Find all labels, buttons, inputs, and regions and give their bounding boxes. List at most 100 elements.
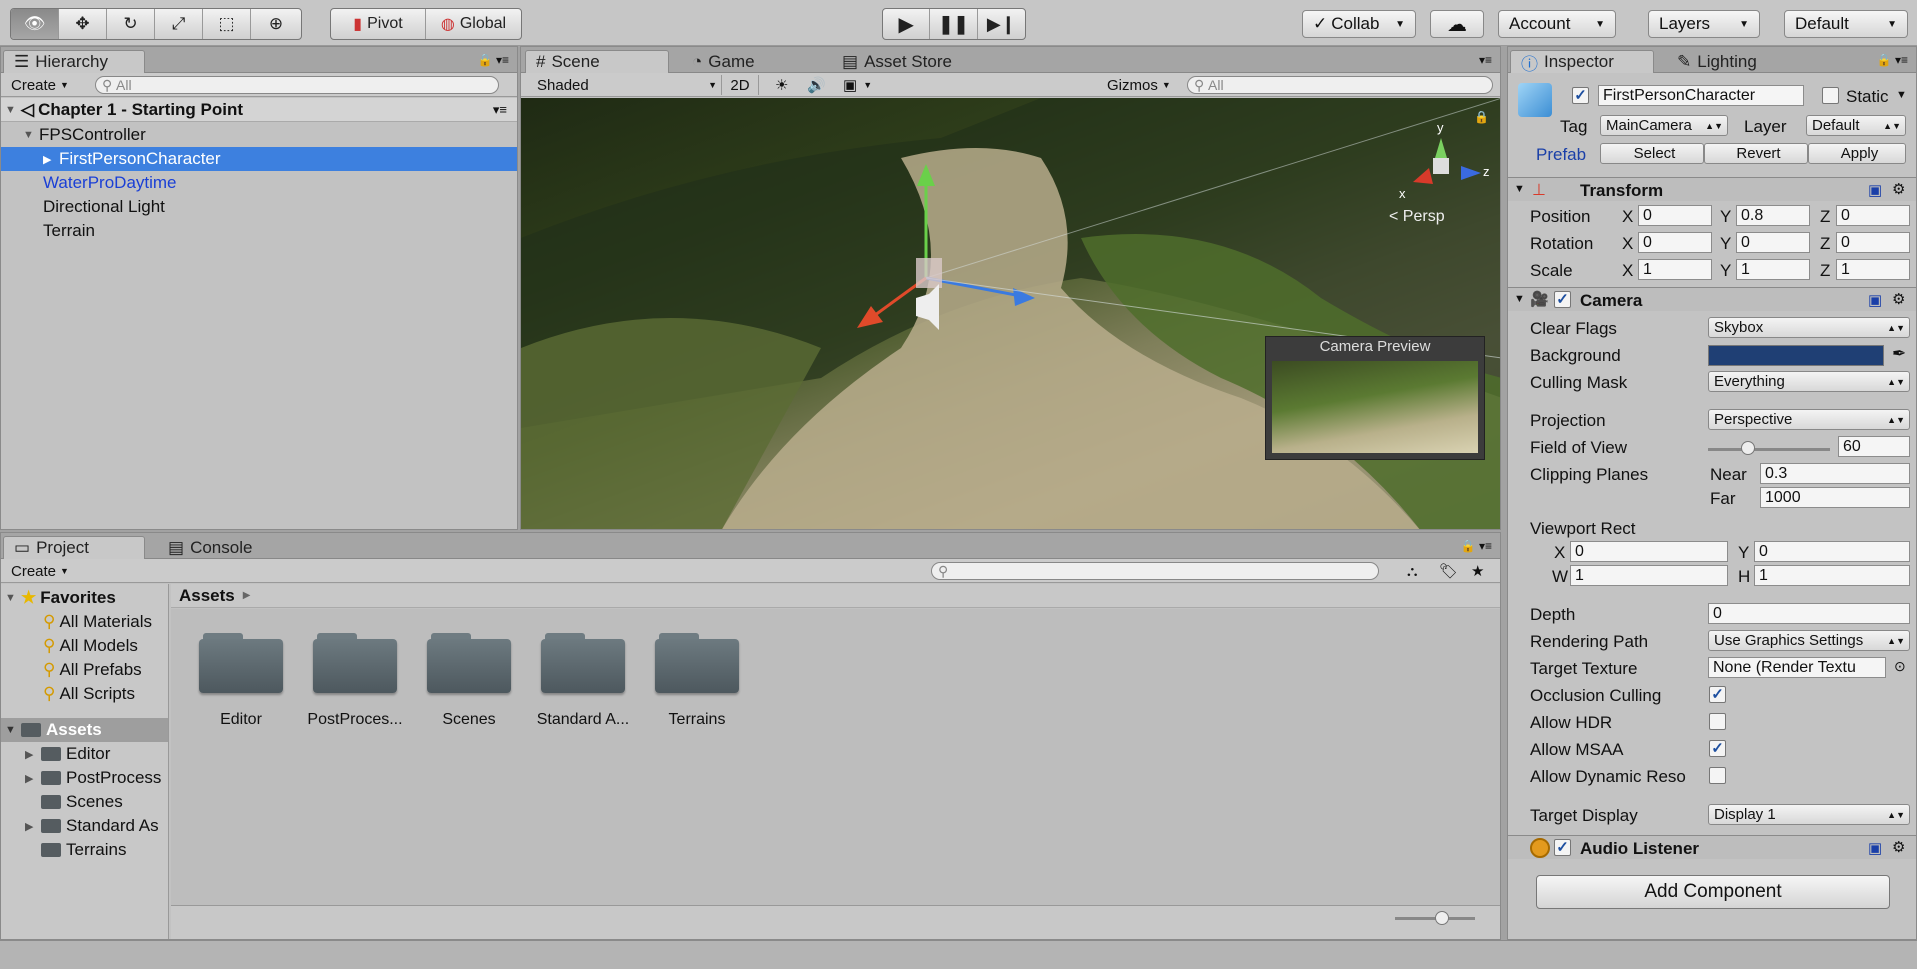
tab-inspector[interactable]: ⓘ Inspector [1510, 50, 1654, 74]
hierarchy-item-fpscontroller[interactable]: ▼ FPSController [1, 123, 517, 147]
folder-postprocess[interactable] [313, 631, 397, 693]
transform-header[interactable]: ▼ ⊥ Transform ▣ ⚙ [1508, 177, 1916, 201]
active-checkbox[interactable]: ✓ [1572, 87, 1589, 104]
tab-asset-store[interactable]: ▤ Asset Store [831, 50, 991, 73]
global-button[interactable]: ◍ Global [426, 9, 521, 39]
collab-dropdown[interactable]: ✓ Collab ▼ [1302, 10, 1416, 38]
view-tool-button[interactable]: 👁 [11, 9, 59, 39]
project-search-input[interactable]: ⚲ [931, 562, 1379, 580]
pause-button[interactable]: ❚❚ [930, 9, 978, 39]
rotation-y-input[interactable]: 0 [1736, 232, 1810, 253]
hierarchy-item-terrain[interactable]: Terrain [1, 219, 517, 243]
scale-tool-button[interactable]: ⤢ [155, 9, 203, 39]
create-button[interactable]: Create ▼ [5, 75, 75, 95]
near-input[interactable]: 0.3 [1760, 463, 1910, 484]
prefab-apply-button[interactable]: Apply [1808, 143, 1906, 164]
clear-flags-dropdown[interactable]: Skybox ▲▼ [1708, 317, 1910, 338]
scene-menu-icon[interactable]: ▾≡ [493, 102, 507, 118]
breadcrumb-assets[interactable]: Assets [179, 586, 235, 606]
cloud-button[interactable]: ☁ [1430, 10, 1484, 38]
step-button[interactable]: ▶❙ [978, 9, 1025, 39]
panel-menu-icon[interactable]: ▾≡ [1479, 53, 1492, 67]
layers-dropdown[interactable]: Layers ▼ [1648, 10, 1760, 38]
orientation-gizmo[interactable]: y x z [1391, 118, 1491, 218]
rendering-path-dropdown[interactable]: Use Graphics Settings ▲▼ [1708, 630, 1910, 651]
tab-game[interactable]: ◔ Game [681, 50, 801, 73]
target-display-dropdown[interactable]: Display 1 ▲▼ [1708, 804, 1910, 825]
tree-item-terrains[interactable]: Terrains [1, 838, 168, 862]
audio-toggle[interactable]: 🔊 [801, 75, 832, 95]
object-picker-icon[interactable]: ⊙ [1894, 658, 1906, 675]
scale-y-input[interactable]: 1 [1736, 259, 1810, 280]
help-icon[interactable]: ▣ [1868, 181, 1882, 199]
filter-label-button[interactable]: 🏷 [1433, 561, 1464, 581]
favorite-item[interactable]: ⚲ All Scripts [1, 682, 168, 706]
tag-dropdown[interactable]: MainCamera ▲▼ [1600, 115, 1728, 136]
scale-x-input[interactable]: 1 [1638, 259, 1712, 280]
allow-hdr-checkbox[interactable] [1709, 713, 1726, 730]
tree-item-scenes[interactable]: Scenes [1, 790, 168, 814]
move-tool-button[interactable]: ✥ [59, 9, 107, 39]
hierarchy-search-input[interactable]: ⚲ All [95, 76, 499, 94]
transform-tool-button[interactable]: ⊕ [251, 9, 301, 39]
position-x-input[interactable]: 0 [1638, 205, 1712, 226]
projection-dropdown[interactable]: Perspective ▲▼ [1708, 409, 1910, 430]
create-button[interactable]: Create ▼ [5, 561, 75, 581]
favorite-button[interactable]: ★ [1465, 561, 1490, 581]
eyedropper-icon[interactable]: ✒ [1892, 344, 1906, 364]
fov-slider-thumb[interactable] [1741, 441, 1756, 455]
favorite-item[interactable]: ⚲ All Models [1, 634, 168, 658]
fov-input[interactable]: 60 [1838, 436, 1910, 457]
culling-mask-dropdown[interactable]: Everything ▲▼ [1708, 371, 1910, 392]
folder-standard-assets[interactable] [541, 631, 625, 693]
gear-icon[interactable]: ⚙ [1892, 838, 1905, 856]
add-component-button[interactable]: Add Component [1536, 875, 1890, 909]
rotation-x-input[interactable]: 0 [1638, 232, 1712, 253]
camera-header[interactable]: ▼ 🎥 ✓ Camera ▣ ⚙ [1508, 287, 1916, 311]
folder-terrains[interactable] [655, 631, 739, 693]
tab-console[interactable]: ▤ Console [157, 536, 277, 559]
help-icon[interactable]: ▣ [1868, 291, 1882, 309]
hierarchy-item-directional-light[interactable]: Directional Light [1, 195, 517, 219]
fov-slider-track[interactable] [1708, 448, 1830, 451]
icon-size-slider-thumb[interactable] [1435, 911, 1449, 925]
scene-viewport[interactable]: y x z < Persp 🔒 Camera Preview [521, 98, 1500, 529]
mode-2d-toggle[interactable]: 2D [721, 75, 759, 95]
lighting-toggle[interactable]: ☀ [769, 75, 794, 95]
favorite-item[interactable]: ⚲ All Materials [1, 610, 168, 634]
folder-editor[interactable] [199, 631, 283, 693]
rotation-z-input[interactable]: 0 [1836, 232, 1910, 253]
account-dropdown[interactable]: Account ▼ [1498, 10, 1616, 38]
occlusion-culling-checkbox[interactable]: ✓ [1709, 686, 1726, 703]
rotate-tool-button[interactable]: ↻ [107, 9, 155, 39]
help-icon[interactable]: ▣ [1868, 839, 1882, 857]
gizmos-dropdown[interactable]: Gizmos ▼ [1101, 75, 1177, 95]
effects-toggle[interactable]: ▣ ▼ [837, 75, 878, 95]
layout-dropdown[interactable]: Default ▼ [1784, 10, 1908, 38]
tree-item-postprocess[interactable]: ▶ PostProcess [1, 766, 168, 790]
audio-listener-header[interactable]: ✓ Audio Listener ▣ ⚙ [1508, 835, 1916, 859]
viewport-y-input[interactable]: 0 [1754, 541, 1910, 562]
chevron-down-icon[interactable]: ▼ [1896, 89, 1907, 101]
folder-scenes[interactable] [427, 631, 511, 693]
allow-msaa-checkbox[interactable]: ✓ [1709, 740, 1726, 757]
allow-dynamic-resolution-checkbox[interactable] [1709, 767, 1726, 784]
object-name-input[interactable]: FirstPersonCharacter [1598, 85, 1804, 106]
tab-lighting[interactable]: ✎ Lighting [1666, 50, 1796, 73]
gear-icon[interactable]: ⚙ [1892, 290, 1905, 308]
gear-icon[interactable]: ⚙ [1892, 180, 1905, 198]
rect-tool-button[interactable]: ⬚ [203, 9, 251, 39]
position-y-input[interactable]: 0.8 [1736, 205, 1810, 226]
tree-item-standard-assets[interactable]: ▶ Standard As [1, 814, 168, 838]
filter-type-button[interactable]: ⛬ [1401, 561, 1424, 581]
assets-header[interactable]: ▼ Assets [1, 718, 168, 742]
tab-project[interactable]: ▭ Project [3, 536, 145, 559]
layer-dropdown[interactable]: Default ▲▼ [1806, 115, 1906, 136]
audio-listener-enabled-checkbox[interactable]: ✓ [1554, 839, 1571, 856]
depth-input[interactable]: 0 [1708, 603, 1910, 624]
pivot-button[interactable]: ▮ Pivot [331, 9, 426, 39]
camera-enabled-checkbox[interactable]: ✓ [1554, 291, 1571, 308]
lock-menu-icon[interactable]: 🔒 ▾≡ [478, 53, 509, 67]
favorites-header[interactable]: ▼ ★ Favorites [1, 586, 168, 610]
shading-dropdown[interactable]: Shaded ▼ [531, 75, 721, 95]
